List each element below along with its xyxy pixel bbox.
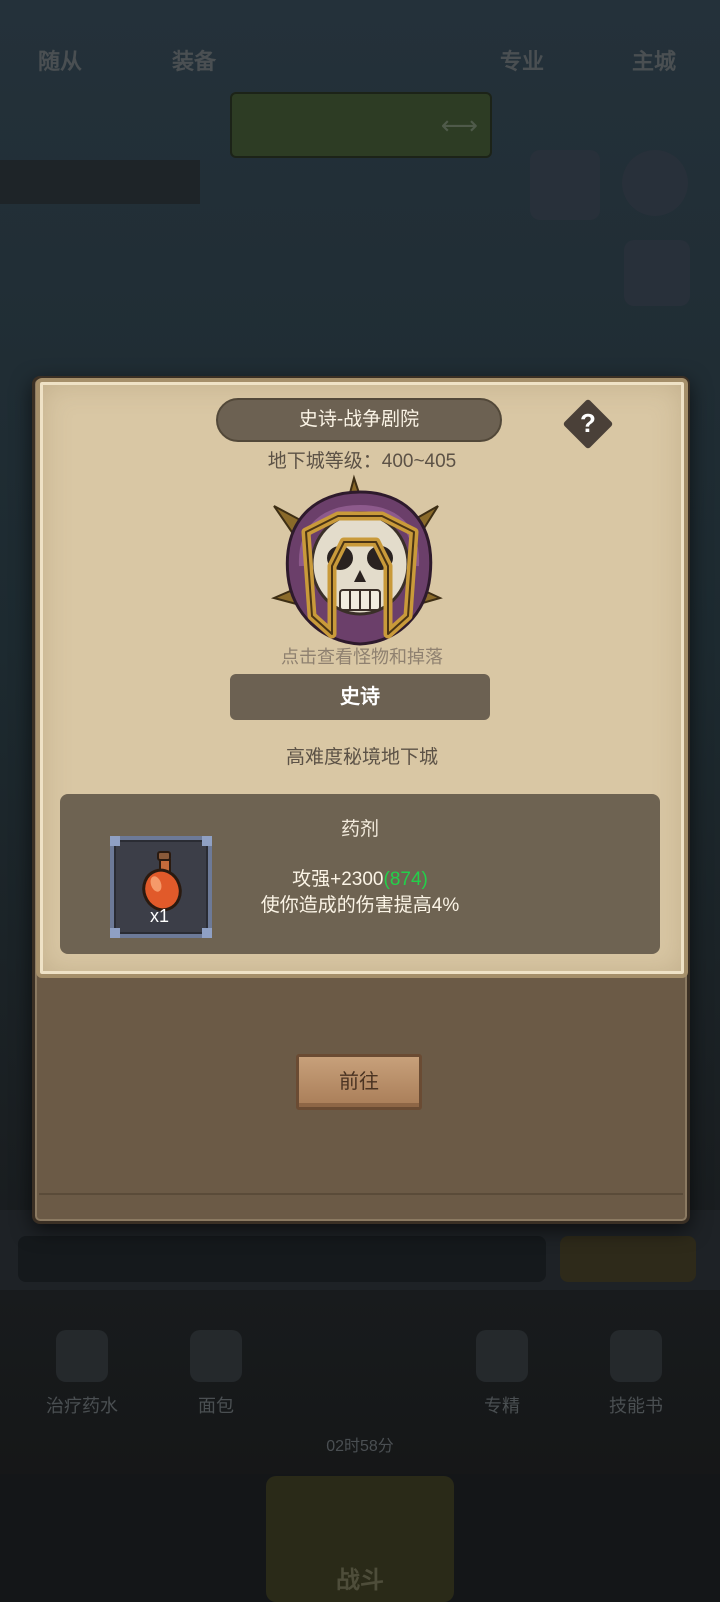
nav-battle: 战斗 (336, 1567, 384, 1594)
dungeon-description: 高难度秘境地下城 (285, 747, 438, 768)
potion-icon (56, 1330, 108, 1382)
shortcut-label: 面包 (198, 1396, 234, 1416)
shortcut-skillbook: 技能书 (576, 1330, 696, 1418)
bg-top-banner: ⟷ (230, 92, 492, 158)
reward-effect: 使你造成的伤害提高4% (260, 895, 460, 916)
bg-ticker (0, 160, 200, 204)
chat-send-button (560, 1236, 696, 1282)
skillbook-icon (610, 1330, 662, 1382)
difficulty-button[interactable]: 史诗 (230, 674, 490, 720)
view-monsters-hint[interactable]: 点击查看怪物和掉落 (36, 643, 688, 669)
bg-helmet-icon (530, 150, 600, 220)
shortcut-mastery: 专精 (442, 1330, 562, 1418)
stat-prefix: 攻强+2300 (292, 869, 384, 890)
go-button[interactable]: 前往 (296, 1054, 422, 1110)
nav-followers: 随从 (37, 49, 82, 74)
shortcut-label: 专精 (484, 1396, 520, 1416)
reward-stat: 攻强+2300(874) (230, 864, 490, 891)
chat-input (18, 1236, 546, 1282)
gear-icon (622, 150, 688, 216)
shortcut-bread: 面包 (156, 1330, 276, 1418)
bg-timer: 02时58分 (326, 1438, 394, 1455)
nav-equipment: 装备 (171, 49, 216, 74)
stat-bonus: (874) (383, 869, 428, 890)
mastery-icon (476, 1330, 528, 1382)
shortcut-potion: 治疗药水 (22, 1330, 142, 1418)
shortcut-label: 治疗药水 (46, 1396, 118, 1416)
item-quantity: x1 (150, 906, 170, 926)
question-icon: ? (580, 408, 596, 438)
nav-main-city: 主城 (631, 49, 676, 74)
bread-icon (190, 1330, 242, 1382)
help-button[interactable]: ? (562, 398, 614, 450)
bg-book-icon (624, 240, 690, 306)
swap-icon: ⟷ (440, 110, 478, 140)
nav-profession: 专业 (499, 49, 544, 74)
shortcut-label: 技能书 (609, 1396, 663, 1416)
dungeon-title: 史诗-战争剧院 (216, 398, 502, 442)
boss-skull-helmet-icon[interactable] (268, 466, 452, 650)
